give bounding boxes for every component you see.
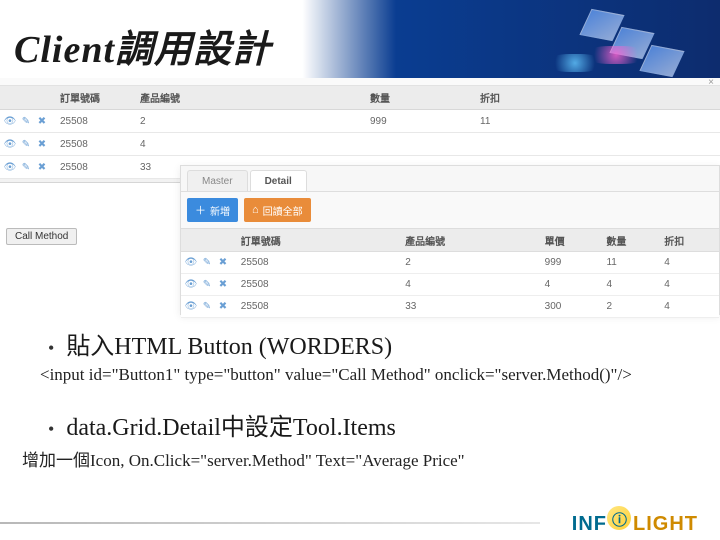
table-row[interactable]: 👁 ✎ ✖ 25508 2 999 11 4 <box>181 252 719 274</box>
eye-icon[interactable]: 👁 <box>4 115 16 127</box>
cell-price: 999 <box>545 257 607 268</box>
cell-order: 25508 <box>241 301 405 312</box>
tab-master[interactable]: Master <box>187 170 248 191</box>
bullet-1: • 貼入HTML Button (WORDERS) <box>20 326 700 361</box>
col-qty: 數量 <box>370 90 480 105</box>
pencil-icon[interactable]: ✎ <box>201 279 213 291</box>
cell-order: 25508 <box>60 116 140 127</box>
cell-qty: 2 <box>606 301 664 312</box>
slide-header: Client調用設計 <box>0 0 720 78</box>
house-icon: ⌂ <box>252 204 259 216</box>
delete-icon[interactable]: ✖ <box>36 138 48 150</box>
pencil-icon[interactable]: ✎ <box>20 138 32 150</box>
refresh-before-label: 回讀全部 <box>263 203 303 218</box>
col-product: 產品編號 <box>140 90 370 105</box>
bullet-1-text: 貼入HTML Button (WORDERS) <box>66 326 392 361</box>
infolight-logo: INF LIGHT <box>572 506 698 536</box>
tab-detail[interactable]: Detail <box>250 170 307 191</box>
cell-price: 300 <box>545 301 607 312</box>
table-row[interactable]: 👁 ✎ ✖ 25508 4 <box>0 133 720 156</box>
refresh-before-button[interactable]: ⌂ 回讀全部 <box>244 198 311 222</box>
delete-icon[interactable]: ✖ <box>217 279 229 291</box>
eye-icon[interactable]: 👁 <box>185 257 197 269</box>
col-qty: 數量 <box>606 233 664 248</box>
cell-qty: 999 <box>370 116 480 127</box>
cell-product: 33 <box>405 301 544 312</box>
bullet-2-text: data.Grid.Detail中設定Tool.Items <box>66 407 396 442</box>
close-icon[interactable]: × <box>708 77 714 88</box>
header-decoration <box>570 10 690 70</box>
plus-icon: ＋ <box>195 202 206 218</box>
cell-order: 25508 <box>60 139 140 150</box>
code-snippet: <input id="Button1" type="button" value=… <box>40 365 700 385</box>
pencil-icon[interactable]: ✎ <box>20 161 32 173</box>
delete-icon[interactable]: ✖ <box>36 161 48 173</box>
bullet-2-desc: 增加一個Icon, On.Click="server.Method" Text=… <box>22 446 700 471</box>
eye-icon[interactable]: 👁 <box>4 138 16 150</box>
detail-toolbar: ＋ 新増 ⌂ 回讀全部 <box>181 192 719 228</box>
slide-body: • 貼入HTML Button (WORDERS) <input id="But… <box>20 326 700 471</box>
page-title: Client調用設計 <box>14 18 271 73</box>
slide-footer: INF LIGHT <box>0 506 720 536</box>
eye-icon[interactable]: 👁 <box>185 301 197 313</box>
table-row[interactable]: 👁 ✎ ✖ 25508 4 4 4 4 <box>181 274 719 296</box>
col-order: 訂單號碼 <box>60 90 140 105</box>
col-discount: 折扣 <box>664 233 719 248</box>
eye-icon[interactable]: 👁 <box>185 279 197 291</box>
cell-discount: 4 <box>664 301 719 312</box>
add-button[interactable]: ＋ 新増 <box>187 198 238 222</box>
cell-order: 25508 <box>241 257 405 268</box>
cell-order: 25508 <box>241 279 405 290</box>
detail-grid-header-row: 訂單號碼 產品編號 單價 數量 折扣 <box>181 228 719 252</box>
cell-discount: 4 <box>664 279 719 290</box>
pencil-icon[interactable]: ✎ <box>201 257 213 269</box>
logo-text-1: INF <box>572 513 607 536</box>
cell-product: 4 <box>140 139 370 150</box>
col-discount: 折扣 <box>480 90 590 105</box>
detail-grid-screenshot: Master Detail ＋ 新増 ⌂ 回讀全部 訂單號碼 產品編號 單價 數… <box>180 165 720 315</box>
eye-icon[interactable]: 👁 <box>4 161 16 173</box>
table-row[interactable]: 👁 ✎ ✖ 25508 33 300 2 4 <box>181 296 719 318</box>
cell-product: 2 <box>405 257 544 268</box>
call-method-button[interactable]: Call Method <box>6 228 77 245</box>
delete-icon[interactable]: ✖ <box>217 257 229 269</box>
cell-product: 4 <box>405 279 544 290</box>
cell-order: 25508 <box>60 162 140 173</box>
cell-discount: 11 <box>480 116 590 127</box>
table-row[interactable]: 👁 ✎ ✖ 25508 2 999 11 <box>0 110 720 133</box>
logo-mark-icon <box>607 506 631 530</box>
master-grid-header-row: 訂單號碼 產品編號 數量 折扣 <box>0 86 720 110</box>
pencil-icon[interactable]: ✎ <box>201 301 213 313</box>
delete-icon[interactable]: ✖ <box>217 301 229 313</box>
footer-divider <box>0 522 540 524</box>
cell-discount: 4 <box>664 257 719 268</box>
logo-text-2: LIGHT <box>633 513 698 536</box>
cell-price: 4 <box>545 279 607 290</box>
cell-qty: 11 <box>606 257 664 268</box>
cell-qty: 4 <box>606 279 664 290</box>
col-price: 單價 <box>545 233 607 248</box>
bullet-2: • data.Grid.Detail中設定Tool.Items <box>20 407 700 442</box>
delete-icon[interactable]: ✖ <box>36 115 48 127</box>
pencil-icon[interactable]: ✎ <box>20 115 32 127</box>
cell-product: 2 <box>140 116 370 127</box>
col-product: 產品編號 <box>405 233 544 248</box>
col-order: 訂單號碼 <box>241 233 405 248</box>
detail-tabs: Master Detail <box>181 166 719 192</box>
add-button-label: 新増 <box>210 203 230 218</box>
